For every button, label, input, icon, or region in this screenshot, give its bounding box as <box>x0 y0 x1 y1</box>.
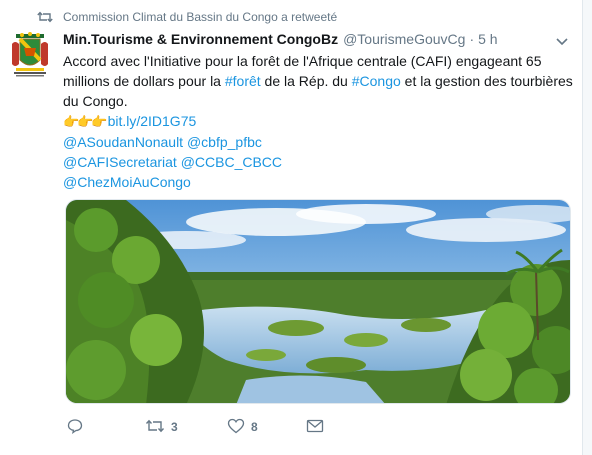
direct-message-button[interactable] <box>306 417 324 437</box>
mentions-line-3[interactable]: @ChezMoiAuCongo <box>63 174 191 190</box>
avatar[interactable] <box>10 30 50 78</box>
like-button[interactable]: 8 <box>227 417 258 437</box>
tweet-card[interactable]: Commission Climat du Bassin du Congo a r… <box>0 0 583 455</box>
timestamp[interactable]: 5 h <box>478 30 497 48</box>
pointing-hand-icon: 👉👉👉 <box>63 114 108 129</box>
tweet-header: Min.Tourisme & Environnement CongoBz @To… <box>63 30 498 48</box>
hashtag-foret[interactable]: #forêt <box>225 73 261 89</box>
retweet-count: 3 <box>171 420 178 434</box>
like-count: 8 <box>251 420 258 434</box>
mentions-line-2[interactable]: @CAFISecretariat @CCBC_CBCC <box>63 154 282 170</box>
tweet-actions: 3 8 <box>63 417 393 437</box>
reply-icon <box>67 418 83 437</box>
hashtag-congo[interactable]: #Congo <box>352 73 401 89</box>
reply-button[interactable] <box>67 417 83 437</box>
tweet-photo[interactable] <box>65 199 571 404</box>
separator: · <box>469 31 475 47</box>
author-handle[interactable]: @TourismeGouvCg <box>343 30 465 48</box>
retweet-context-text[interactable]: Commission Climat du Bassin du Congo a r… <box>63 9 337 25</box>
retweet-icon <box>37 11 53 27</box>
retweet-icon <box>145 418 165 437</box>
retweet-button[interactable]: 3 <box>145 417 178 437</box>
page-background-strip <box>583 0 592 455</box>
short-link[interactable]: bit.ly/2ID1G75 <box>108 113 197 129</box>
author-name[interactable]: Min.Tourisme & Environnement CongoBz <box>63 30 338 48</box>
mentions-line-1[interactable]: @ASoudanNonault @cbfp_pfbc <box>63 134 262 150</box>
retweet-context: Commission Climat du Bassin du Congo a r… <box>37 9 337 25</box>
chevron-down-icon[interactable] <box>555 34 569 48</box>
tweet-text: Accord avec l'Initiative pour la forêt d… <box>63 51 573 192</box>
tweet-text-part2: de la Rép. du <box>260 73 352 89</box>
envelope-icon <box>306 418 324 437</box>
heart-icon <box>227 418 245 437</box>
